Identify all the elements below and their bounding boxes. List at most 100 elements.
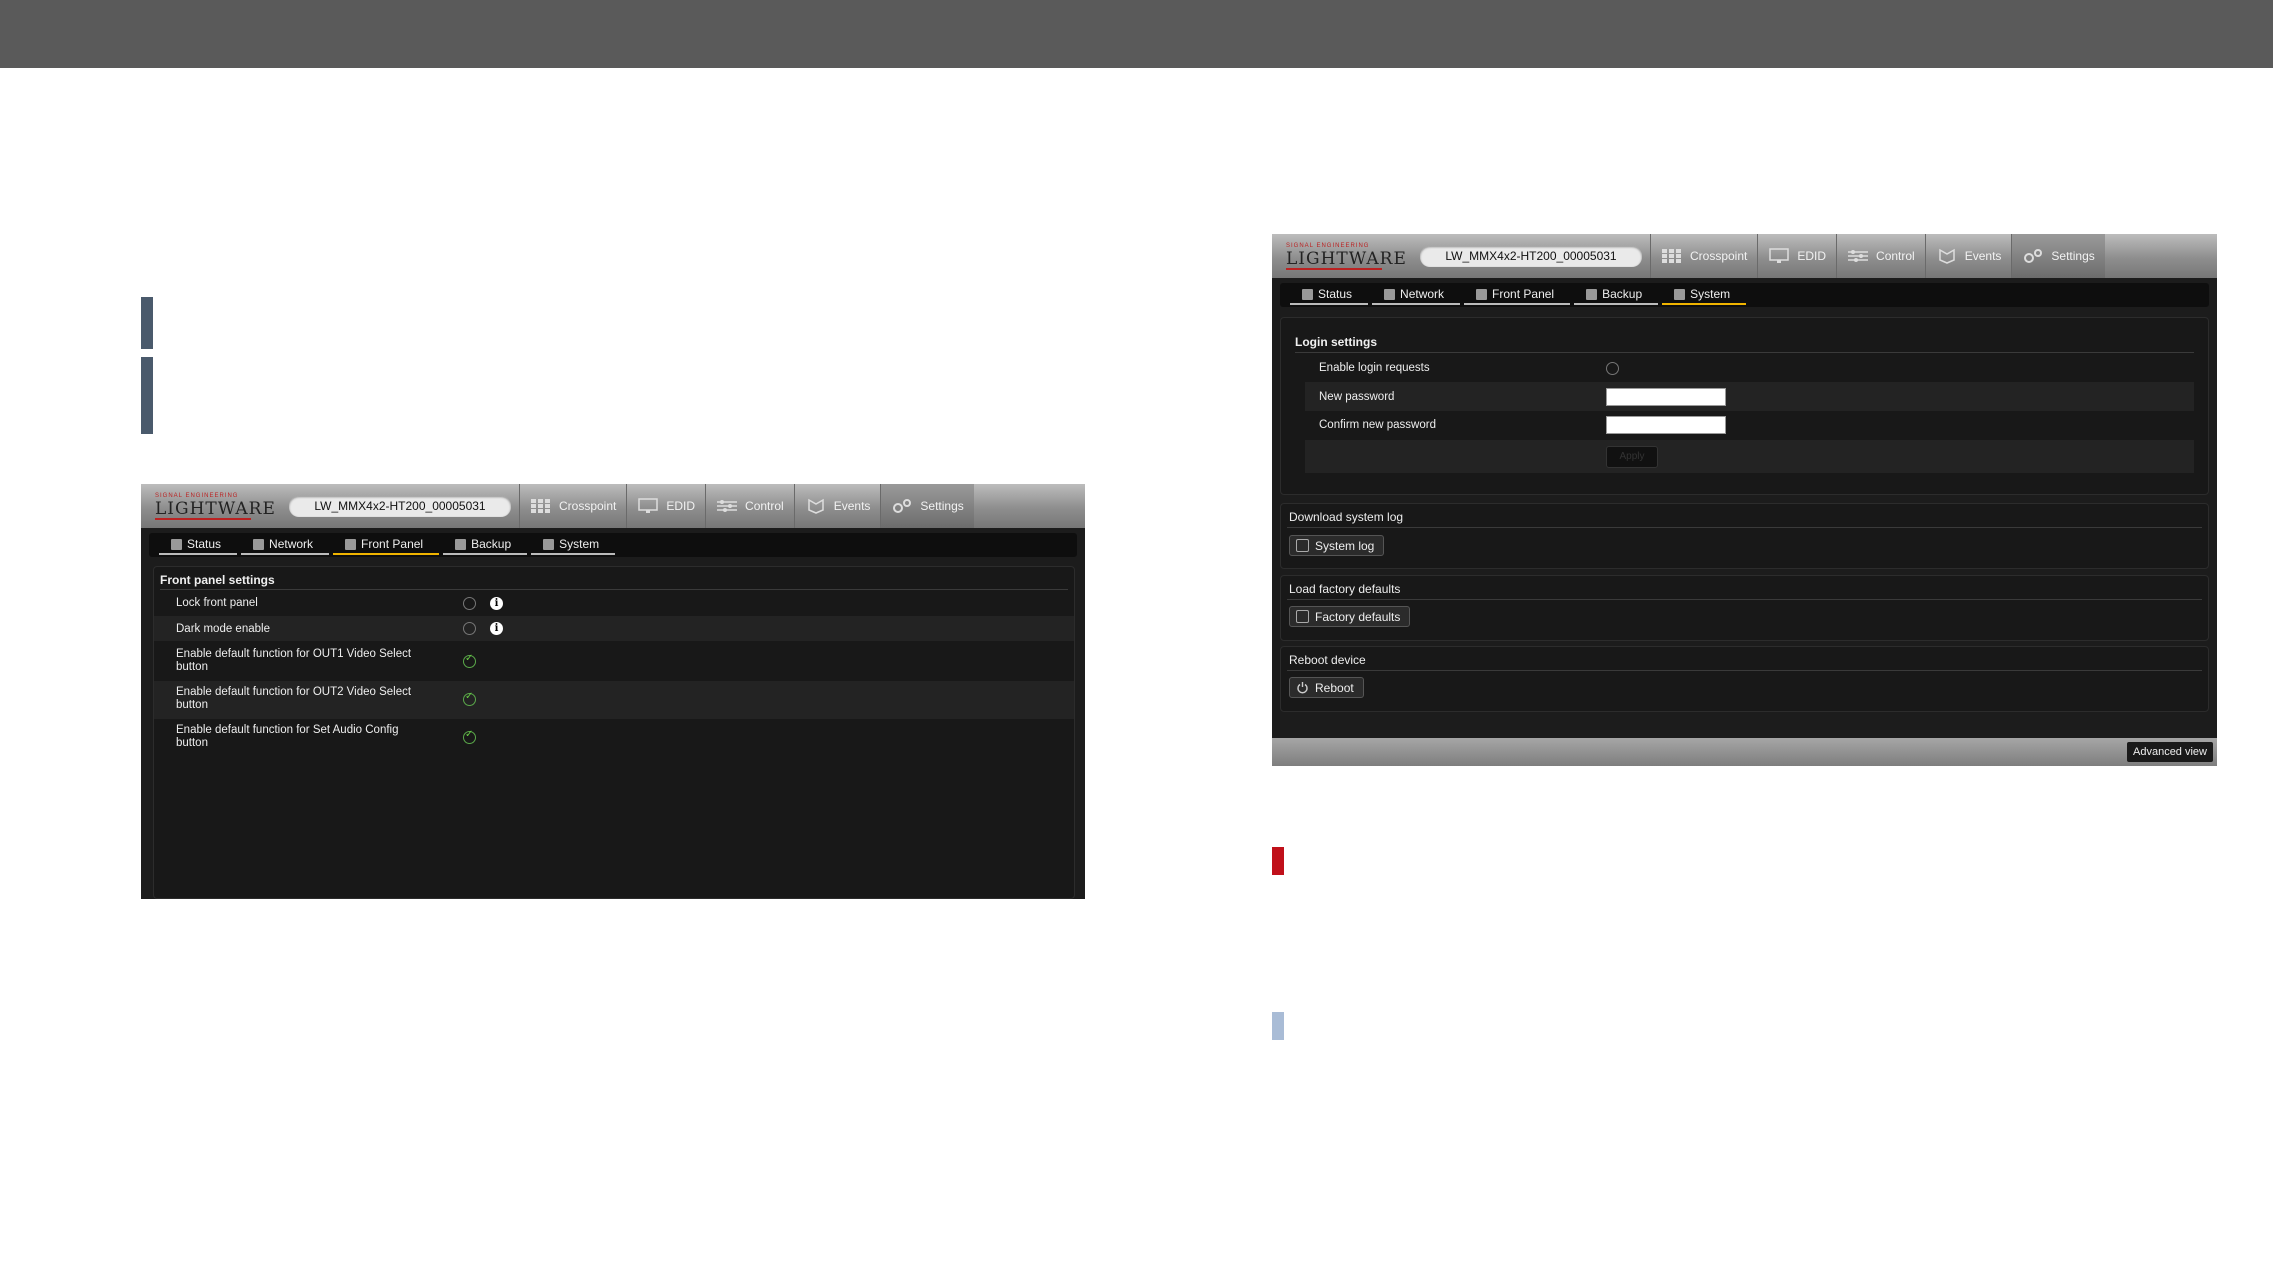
setting-row-lock-front-panel: Lock front panel i xyxy=(154,591,1074,615)
info-marker xyxy=(1272,1012,1284,1040)
setting-label: Dark mode enable xyxy=(176,622,270,635)
logo-wordmark: LIGHTWARE xyxy=(155,498,276,520)
sliders-icon xyxy=(1848,250,1869,262)
subtab-network-label: Network xyxy=(1400,287,1445,301)
setting-label-line2: button xyxy=(176,737,208,749)
factory-defaults-button-label: Factory defaults xyxy=(1315,609,1401,624)
confirm-password-input[interactable] xyxy=(1606,416,1726,434)
settings-subtabs: Status Network Front Panel Backup System xyxy=(1280,283,2209,307)
nav-settings[interactable]: Settings xyxy=(2011,234,2105,278)
system-icon xyxy=(1674,288,1686,300)
advanced-view-button[interactable]: Advanced view xyxy=(2127,742,2213,762)
setting-row-audio-config-default: Enable default function for Set Audio Co… xyxy=(154,719,1074,757)
subtab-network-label: Network xyxy=(269,537,314,551)
ldc-window-front-panel: SIGNAL ENGINEERING LIGHTWARE LW_MMX4x2-H… xyxy=(141,484,1085,899)
info-icon[interactable]: i xyxy=(490,622,503,635)
panel-title: Front panel settings xyxy=(160,573,275,587)
warning-marker xyxy=(1272,847,1284,875)
apply-button[interactable]: Apply xyxy=(1606,445,1658,468)
login-row-enable: Enable login requests xyxy=(1305,355,2194,381)
nav-settings[interactable]: Settings xyxy=(880,484,974,528)
setting-row-out2-default: Enable default function for OUT2 Video S… xyxy=(154,681,1074,719)
nav-events-label: Events xyxy=(1964,249,2002,263)
ldc-header: SIGNAL ENGINEERING LIGHTWARE LW_MMX4x2-H… xyxy=(1272,234,2217,278)
gears-icon xyxy=(893,499,912,513)
nav-edid-label: EDID xyxy=(1797,249,1827,263)
device-name-label: LW_MMX4x2-HT200_00005031 xyxy=(289,496,511,517)
nav-events-label: Events xyxy=(833,499,871,513)
subtab-network[interactable]: Network xyxy=(241,535,330,555)
lock-front-panel-checkbox[interactable] xyxy=(463,596,476,610)
lightware-logo: SIGNAL ENGINEERING LIGHTWARE xyxy=(1272,234,1412,278)
nav-crosspoint[interactable]: Crosspoint xyxy=(1650,234,1757,278)
login-settings-title: Login settings xyxy=(1295,335,1377,349)
monitor-icon xyxy=(1769,248,1790,263)
setting-label: Enable default function for Set Audio Co… xyxy=(176,724,399,750)
subtab-backup-label: Backup xyxy=(1602,287,1643,301)
subtab-system[interactable]: System xyxy=(1662,285,1747,305)
events-icon xyxy=(1938,248,1955,264)
info-icon[interactable]: i xyxy=(490,596,503,610)
dark-mode-checkbox[interactable] xyxy=(463,622,476,635)
setting-label-line2: button xyxy=(176,661,208,673)
setting-row-dark-mode: Dark mode enable i xyxy=(154,616,1074,641)
subtab-front-panel[interactable]: Front Panel xyxy=(333,535,440,555)
panel-divider xyxy=(1295,352,2194,353)
confirm-password-label: Confirm new password xyxy=(1319,419,1436,431)
backup-icon xyxy=(1586,288,1598,300)
device-name-label: LW_MMX4x2-HT200_00005031 xyxy=(1420,246,1642,267)
nav-crosspoint-label: Crosspoint xyxy=(1690,249,1748,263)
subtab-backup[interactable]: Backup xyxy=(443,535,528,555)
nav-events[interactable]: Events xyxy=(1924,234,2012,278)
sidebar-marker-2 xyxy=(141,357,153,434)
subtab-status[interactable]: Status xyxy=(1290,285,1369,305)
system-log-button[interactable]: System log xyxy=(1289,535,1385,556)
nav-events[interactable]: Events xyxy=(793,484,881,528)
section-title: Download system log xyxy=(1289,510,1404,524)
subtab-status[interactable]: Status xyxy=(159,535,238,555)
subtab-network[interactable]: Network xyxy=(1372,285,1461,305)
nav-crosspoint[interactable]: Crosspoint xyxy=(519,484,626,528)
login-settings-panel: Login settings Enable login requests New… xyxy=(1280,317,2209,495)
new-password-input[interactable] xyxy=(1606,387,1726,406)
nav-crosspoint-label: Crosspoint xyxy=(559,499,617,513)
nav-edid[interactable]: EDID xyxy=(626,484,705,528)
factory-defaults-button[interactable]: Factory defaults xyxy=(1289,606,1411,627)
enable-login-label: Enable login requests xyxy=(1319,362,1430,374)
ldc-window-system: SIGNAL ENGINEERING LIGHTWARE LW_MMX4x2-H… xyxy=(1272,234,2217,766)
subtab-system[interactable]: System xyxy=(531,535,616,555)
logo-wordmark: LIGHTWARE xyxy=(1286,248,1407,270)
nav-settings-label: Settings xyxy=(2051,249,2095,263)
setting-label: Enable default function for OUT2 Video S… xyxy=(176,686,411,712)
status-icon xyxy=(171,538,182,550)
nav-edid[interactable]: EDID xyxy=(1757,234,1836,278)
ldc-header: SIGNAL ENGINEERING LIGHTWARE LW_MMX4x2-H… xyxy=(141,484,1085,528)
setting-label-line1: Enable default function for OUT2 Video S… xyxy=(176,686,412,698)
nav-control[interactable]: Control xyxy=(1836,234,1925,278)
load-factory-defaults-section: Load factory defaults Factory defaults xyxy=(1280,575,2209,641)
backup-icon xyxy=(455,538,467,550)
login-row-confirm-password: Confirm new password xyxy=(1305,411,2194,439)
out2-default-checkbox[interactable] xyxy=(463,691,476,706)
setting-label: Lock front panel xyxy=(176,597,258,609)
gears-icon xyxy=(2024,249,2043,263)
events-icon xyxy=(807,498,824,514)
audio-config-default-checkbox[interactable] xyxy=(463,729,476,744)
document-icon xyxy=(1296,539,1309,552)
download-system-log-section: Download system log System log xyxy=(1280,503,2209,569)
subtab-front-panel[interactable]: Front Panel xyxy=(1464,285,1571,305)
status-icon xyxy=(1302,288,1313,300)
page-header-bar xyxy=(0,0,2273,68)
enable-login-checkbox[interactable] xyxy=(1606,361,1619,375)
power-icon xyxy=(1297,682,1308,694)
subtab-backup[interactable]: Backup xyxy=(1574,285,1659,305)
reboot-button-label: Reboot xyxy=(1315,680,1354,695)
nav-control[interactable]: Control xyxy=(705,484,794,528)
out1-default-checkbox[interactable] xyxy=(463,653,476,668)
subtab-status-label: Status xyxy=(1318,287,1353,301)
reboot-button[interactable]: Reboot xyxy=(1289,677,1364,698)
subtab-front-panel-label: Front Panel xyxy=(361,537,424,551)
front-panel-icon xyxy=(345,538,357,550)
login-row-apply: Apply xyxy=(1305,440,2194,473)
network-icon xyxy=(253,538,265,550)
